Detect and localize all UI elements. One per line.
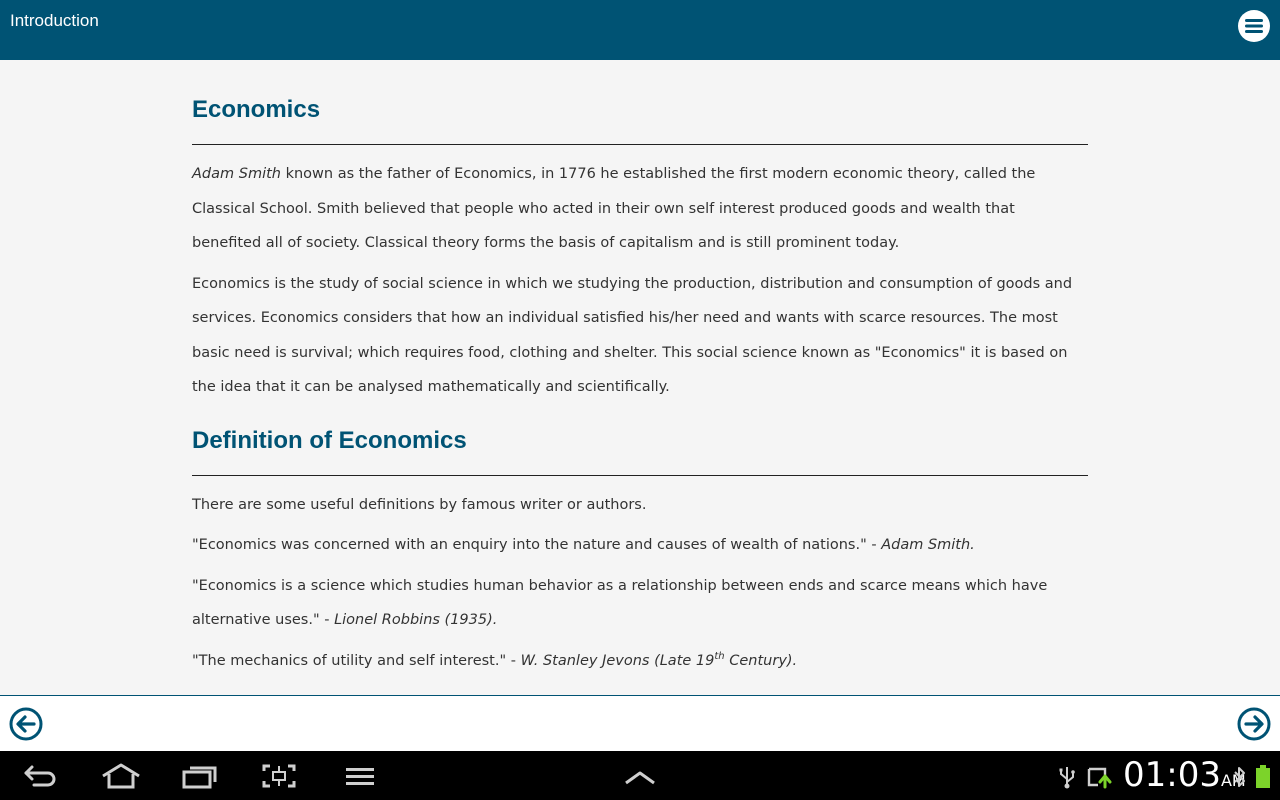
superscript: th (714, 650, 725, 662)
quote-text: "The mechanics of utility and self inter… (192, 652, 521, 669)
paragraph-study: Economics is the study of social science… (192, 275, 1073, 396)
bottom-nav-bar (0, 695, 1280, 751)
system-clock: 01:03AM (1123, 755, 1246, 800)
quote-item: "The mechanics of utility and self inter… (192, 644, 1088, 679)
chevron-up-icon[interactable] (623, 763, 657, 789)
paragraph-text: known as the father of Economics, in 177… (192, 166, 1036, 251)
italic-author: Adam Smith (192, 166, 281, 182)
menu-button[interactable] (1238, 10, 1270, 42)
paragraph-intro: There are some useful definitions by fam… (192, 496, 647, 513)
menu-icon (1239, 11, 1269, 41)
system-bar: 01:03AM (0, 751, 1280, 800)
menu-lines-icon[interactable] (344, 763, 376, 789)
quote-author: Lionel Robbins (1935). (334, 612, 498, 628)
quote-text: "Economics is a science which studies hu… (192, 577, 1048, 629)
quote-item: "Economics is a science which studies hu… (192, 569, 1088, 638)
quote-text: "Economics was concerned with an enquiry… (192, 537, 882, 553)
paragraph-adam-smith: Adam Smith known as the father of Econom… (192, 157, 1088, 261)
quote-item: "Economics was concerned with an enquiry… (192, 528, 1088, 563)
usb-icon (1059, 767, 1075, 789)
previous-page-button[interactable] (9, 707, 43, 741)
article: Economics Adam Smith known as the father… (192, 60, 1088, 678)
bluetooth-icon (1234, 767, 1245, 787)
clock-time: 01:03 (1123, 755, 1221, 795)
quote-author: Adam Smith. (881, 537, 975, 553)
recent-apps-icon[interactable] (181, 763, 219, 789)
screenshot-icon[interactable] (261, 763, 297, 789)
quote-author-pre: W. Stanley Jevons (Late 19 (520, 652, 715, 669)
section-heading-definition: Definition of Economics (192, 405, 1088, 476)
arrow-left-circle-icon (9, 707, 43, 741)
sync-icon (1087, 767, 1112, 789)
title-bar: Introduction (0, 0, 1280, 60)
content-scroll-area[interactable]: Economics Adam Smith known as the father… (0, 60, 1280, 695)
battery-icon (1256, 765, 1270, 788)
quote-author: W. Stanley Jevons (Late 19th Century). (520, 650, 798, 669)
page-title: Introduction (10, 11, 99, 30)
home-icon[interactable] (100, 763, 142, 789)
section-heading-economics: Economics (192, 60, 1088, 145)
back-icon[interactable] (22, 763, 60, 789)
quote-author-post: Century). (724, 652, 798, 669)
arrow-right-circle-icon (1237, 707, 1271, 741)
next-page-button[interactable] (1237, 707, 1271, 741)
